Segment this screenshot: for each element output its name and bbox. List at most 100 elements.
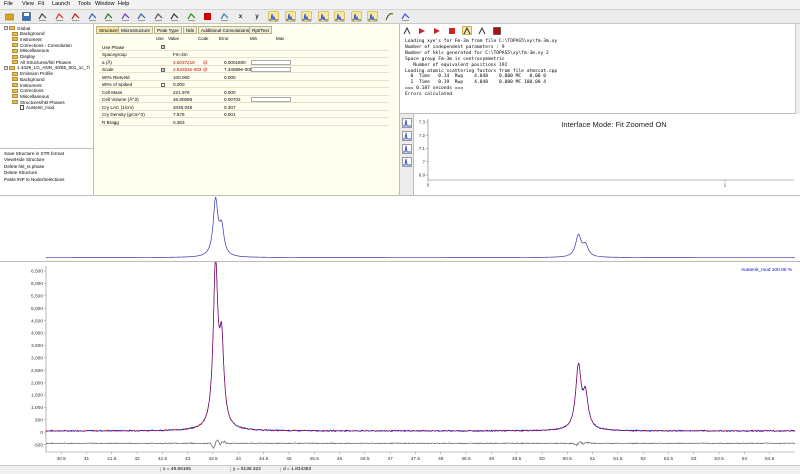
pattern-button[interactable] [120, 11, 131, 22]
tab-rpt-text[interactable]: Rpt/Text [249, 26, 272, 34]
tree-action-item[interactable]: Save Structure in STR format [4, 151, 64, 156]
property-value[interactable]: 3.6037219 [173, 60, 195, 65]
subplot-zoom-button[interactable] [402, 144, 412, 154]
property-row[interactable]: Cry LAC (1/cm) 2048.048 0.307 [99, 104, 389, 111]
open-button[interactable] [4, 11, 15, 22]
tab-additional-convolutions[interactable]: Additional Convolutions [198, 26, 253, 34]
peaks-6-button[interactable] [350, 11, 362, 22]
run-button[interactable] [54, 11, 65, 22]
console-tool-1-button[interactable] [402, 26, 412, 35]
peaks-7-button[interactable] [367, 11, 378, 22]
tab-peak-type[interactable]: Peak Type [154, 26, 182, 34]
min-max-input[interactable] [251, 59, 291, 65]
menu-window[interactable]: Window [95, 1, 115, 7]
subplot-fit-button[interactable] [402, 118, 412, 128]
refresh-button[interactable] [219, 11, 230, 22]
x-axis-button[interactable]: x [235, 11, 246, 22]
console-line: Space group Fm-3m is centrosymmetric [405, 56, 505, 62]
subplot-mode-button[interactable] [402, 157, 412, 167]
y-axis-button[interactable]: y [252, 11, 263, 22]
refine-code-marker[interactable]: @ [203, 67, 208, 72]
property-row[interactable]: Spacegroup Fm-3m [99, 52, 389, 58]
property-row[interactable]: Scale ✓ 2.63263e-003 @7.34589e-005 [99, 67, 389, 73]
peaks-3-button[interactable] [301, 11, 312, 22]
menu-fit[interactable]: Fit [38, 1, 44, 7]
property-row[interactable]: Cell Volume (Å^3) 46.80086 0.00702 [99, 97, 389, 103]
x-tick-label: 46.5 [360, 456, 370, 462]
peaks-1-button[interactable] [268, 11, 279, 22]
console-scrollbar[interactable] [795, 24, 800, 114]
fit-button[interactable] [87, 11, 98, 22]
property-value[interactable]: 46.80086 [173, 97, 192, 102]
check-button[interactable] [186, 11, 197, 22]
expand-icon[interactable]: − [4, 65, 8, 70]
peaks-2-button[interactable] [284, 11, 296, 22]
peaks-5-button[interactable] [334, 11, 345, 22]
settings-button[interactable] [400, 11, 411, 22]
folder-icon [9, 26, 15, 30]
x-tick-label: 54 [742, 456, 748, 462]
console-stop-button[interactable] [447, 26, 457, 35]
console-export-button[interactable] [462, 26, 472, 35]
console-line: === 0.187 seconds === [405, 86, 464, 92]
property-row[interactable]: Use Phase ✓ [99, 44, 389, 51]
console-run-button[interactable] [417, 26, 427, 35]
menu-help[interactable]: Help [118, 1, 129, 7]
property-value[interactable]: 7.876 [173, 112, 185, 117]
expand-icon[interactable]: − [4, 26, 8, 30]
column-code: Code [198, 36, 209, 41]
menu-tools[interactable]: Tools [78, 1, 91, 7]
min-max-input[interactable] [251, 67, 291, 72]
x-tick-label: 51.5 [613, 456, 623, 462]
console-flag-button[interactable] [492, 26, 502, 35]
code-button[interactable] [169, 11, 180, 22]
tab-hkls[interactable]: hkls [183, 26, 198, 34]
property-value[interactable]: 100.000 [173, 75, 190, 80]
property-row[interactable]: Cell Mass 221.976 0.000 [99, 89, 389, 96]
interface-mode-plot[interactable]: Interface Mode: Fit Zoomed ON 7.3 7.2 7.1 7 6… [414, 114, 800, 195]
min-max-input[interactable] [251, 97, 291, 102]
property-value[interactable]: 2048.048 [173, 105, 192, 110]
x-tick-label: 48 [438, 456, 444, 462]
curve-button[interactable] [384, 11, 395, 22]
tab-structure[interactable]: Structure [96, 26, 121, 34]
tab-microstructure[interactable]: Microstructure [118, 26, 154, 34]
peaks-4-button[interactable] [317, 11, 329, 22]
tree-action-item[interactable]: Delete hkl_Is phase [4, 164, 44, 169]
property-row[interactable]: Wt% of Spiked 0.000 [99, 82, 389, 88]
property-value[interactable]: 221.976 [173, 90, 190, 95]
tree-action-item[interactable]: View/Hide Structure [4, 157, 45, 162]
property-value[interactable]: 0.000 [173, 82, 185, 87]
property-row[interactable]: Cry Density (g/cm^3) 7.876 0.001 [99, 112, 389, 118]
zoom-button[interactable] [136, 11, 147, 22]
use-checkbox[interactable]: ✓ [161, 67, 165, 72]
use-checkbox[interactable]: ✓ [161, 45, 165, 49]
peak-button[interactable] [103, 11, 114, 22]
print-button[interactable] [37, 11, 48, 22]
property-row[interactable]: R Bragg 0.363 [99, 119, 389, 126]
tree-node[interactable]: Austenit_mod [20, 105, 54, 111]
property-value[interactable]: 0.363 [173, 120, 185, 125]
property-row[interactable]: Wt% Rietveld 100.000 0.000 [99, 74, 389, 81]
save-button[interactable] [21, 11, 32, 22]
grid-button[interactable] [153, 11, 164, 22]
property-row[interactable]: a (Å) 3.6037219 @0.0001800 [99, 59, 389, 66]
property-value[interactable]: Fm-3m [173, 52, 188, 57]
subplot-peaks-button[interactable] [402, 131, 412, 141]
menu-file[interactable]: File [4, 1, 13, 7]
column-error: Error [219, 36, 229, 41]
tree-action-item[interactable]: Delete Structure [4, 170, 37, 175]
console-pencil-button[interactable] [477, 26, 487, 35]
use-checkbox[interactable] [161, 82, 165, 87]
console-step-button[interactable] [432, 26, 442, 35]
refine-code-marker[interactable]: @ [203, 60, 208, 65]
red-flag-button[interactable] [202, 11, 213, 22]
y-tick-label: 5,000 [31, 306, 43, 312]
chart-button[interactable] [70, 11, 81, 22]
menu-launch[interactable]: Launch [52, 1, 70, 7]
overview-pattern-plot[interactable] [0, 195, 800, 262]
fit-pattern-plot[interactable]: 6,500 6,000 5,500 5,000 4,500 4,000 3,500 3,000… [0, 256, 800, 465]
property-value[interactable]: 2.63263e-003 [173, 67, 201, 72]
tree-action-item[interactable]: Paste INP to Node/Selections [4, 177, 64, 182]
menu-view[interactable]: View [22, 1, 34, 7]
